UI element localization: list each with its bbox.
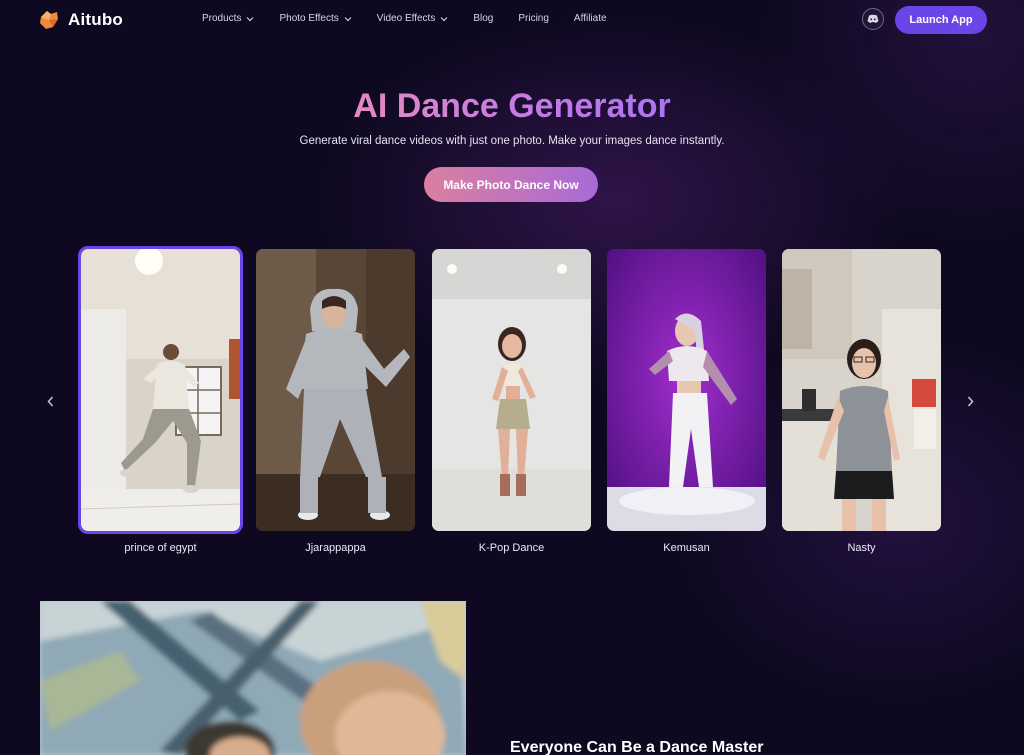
chevron-down-icon <box>344 16 352 21</box>
nav-item-label: Video Effects <box>376 13 436 24</box>
dance-thumbnail-image <box>256 249 415 531</box>
nav-item-products[interactable]: Products <box>202 13 254 24</box>
dance-card-kemusan[interactable] <box>607 249 766 531</box>
dance-thumbnail-image <box>782 249 941 531</box>
discord-button[interactable] <box>862 8 884 30</box>
dance-thumbnail-image <box>432 249 591 531</box>
page-title: AI Dance Generator <box>0 86 1024 126</box>
dance-thumbnail-image <box>607 249 766 531</box>
chevron-left-icon <box>46 396 53 406</box>
nav-item-label: Blog <box>473 13 494 24</box>
nav-item-label: Affiliate <box>573 13 607 24</box>
dance-card-prince-of-egypt[interactable] <box>78 246 243 534</box>
dance-card-label: Jjarappappa <box>305 542 366 554</box>
hero-subtitle: Generate viral dance videos with just on… <box>299 135 725 147</box>
nav-item-blog[interactable]: Blog <box>473 13 493 24</box>
dance-card-nasty[interactable] <box>782 249 941 531</box>
page-title-text: AI Dance Generator <box>353 87 671 125</box>
brand-logo[interactable]: Aitubo <box>38 9 123 31</box>
dance-master-photo <box>40 601 466 755</box>
make-photo-dance-button[interactable]: Make Photo Dance Now <box>424 167 598 202</box>
dance-card-label: Nasty <box>847 542 876 554</box>
carousel-next-button[interactable] <box>960 391 980 411</box>
nav-item-label: Photo Effects <box>279 13 339 24</box>
dance-card-label: Kemusan <box>663 542 710 554</box>
chevron-down-icon <box>247 16 254 21</box>
chevron-down-icon <box>440 16 448 21</box>
brand-name: Aitubo <box>68 10 124 29</box>
nav-item-pricing[interactable]: Pricing <box>518 13 549 24</box>
discord-icon <box>867 14 879 23</box>
dance-card-k-pop-dance[interactable] <box>432 249 591 531</box>
dance-card-label: K-Pop Dance <box>478 542 545 554</box>
dance-card-label: prince of egypt <box>124 542 197 554</box>
nav-item-label: Pricing <box>518 13 549 24</box>
launch-app-button[interactable]: Launch App <box>895 6 987 34</box>
top-navigation: Aitubo Products Photo Effects Video Effe… <box>0 0 1024 40</box>
nav-item-photo-effects[interactable]: Photo Effects <box>279 13 352 24</box>
chevron-right-icon <box>967 396 974 406</box>
feature-heading: Everyone Can Be a Dance Master <box>510 739 764 755</box>
nav-menu: Products Photo Effects Video Effects Blo… <box>202 13 632 24</box>
nav-item-affiliate[interactable]: Affiliate <box>574 13 607 24</box>
feature-image <box>40 601 466 755</box>
carousel-prev-button[interactable] <box>40 391 60 411</box>
nav-item-label: Products <box>202 13 242 24</box>
nav-item-video-effects[interactable]: Video Effects <box>377 13 449 24</box>
aitubo-logo-icon <box>40 11 58 29</box>
dance-thumbnail-image <box>81 249 240 531</box>
dance-card-jjarappappa[interactable] <box>256 249 415 531</box>
